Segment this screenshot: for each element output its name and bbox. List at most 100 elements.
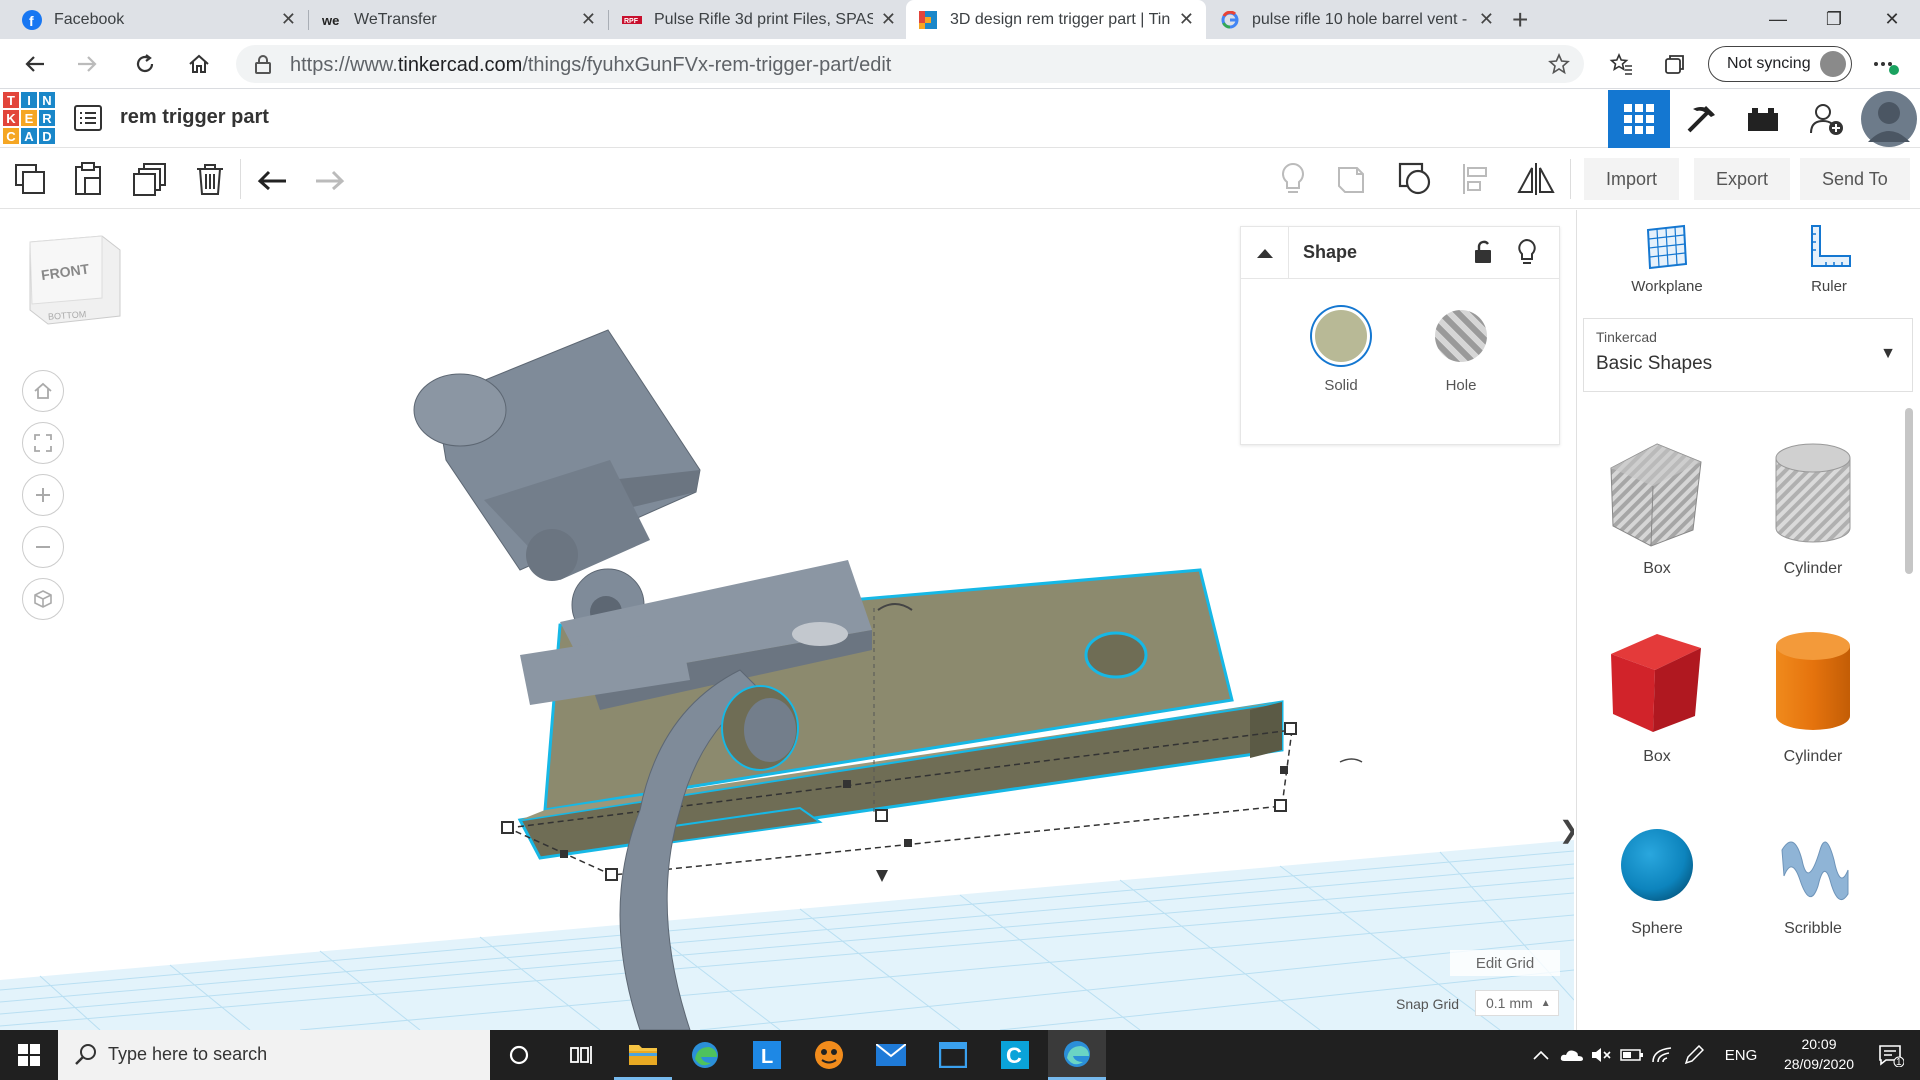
zoom-in-icon[interactable] <box>22 474 64 516</box>
align-icon[interactable] <box>1456 159 1496 199</box>
lock-icon[interactable] <box>254 54 272 74</box>
notes-bulb-icon[interactable] <box>1273 159 1313 199</box>
restore-icon[interactable]: ❐ <box>1806 0 1862 39</box>
group-icon[interactable] <box>1334 159 1374 199</box>
system-clock[interactable]: 20:09 28/09/2020 <box>1776 1034 1862 1074</box>
shape-scribble[interactable]: Scribble <box>1743 820 1883 938</box>
redo-icon[interactable] <box>310 159 350 199</box>
unlock-icon[interactable] <box>1473 240 1493 264</box>
design-list-icon[interactable] <box>74 104 102 132</box>
new-tab-button[interactable]: + <box>1512 4 1528 36</box>
url-text[interactable]: https://www.tinkercad.com/things/fyuhxGu… <box>290 54 891 77</box>
perspective-icon[interactable] <box>22 578 64 620</box>
shape-box[interactable]: Box <box>1587 628 1727 766</box>
game-app-icon[interactable] <box>800 1030 858 1080</box>
solid-option[interactable]: Solid <box>1281 307 1401 394</box>
hole-swatch[interactable] <box>1435 310 1487 362</box>
home-icon[interactable] <box>182 47 216 81</box>
file-explorer-icon[interactable] <box>614 1030 672 1080</box>
paste-icon[interactable] <box>68 159 108 199</box>
minimize-icon[interactable]: — <box>1750 0 1806 39</box>
volume-muted-icon[interactable] <box>1588 1030 1616 1080</box>
tab-google[interactable]: pulse rifle 10 hole barrel vent - G ✕ <box>1208 0 1506 39</box>
shape-cylinder-hole[interactable]: Cylinder <box>1743 440 1883 578</box>
snap-grid-select[interactable]: 0.1 mm ▲ <box>1475 990 1559 1016</box>
collapse-inspector-icon[interactable] <box>1241 227 1289 279</box>
chevron-up-icon[interactable] <box>1530 1030 1552 1080</box>
calendar-app-icon[interactable] <box>924 1030 982 1080</box>
close-window-icon[interactable]: ✕ <box>1864 0 1920 39</box>
shape-library-select[interactable]: Tinkercad Basic Shapes ▼ <box>1583 318 1913 392</box>
shape-box-hole[interactable]: Box <box>1587 440 1727 578</box>
logo-letter: D <box>38 127 56 145</box>
zoom-out-icon[interactable] <box>22 526 64 568</box>
favorites-icon[interactable] <box>1604 47 1638 81</box>
undo-icon[interactable] <box>252 159 292 199</box>
3d-design-view-button[interactable] <box>1608 90 1670 148</box>
3d-workspace[interactable]: FRONT BOTTOM Shape Solid Hole Edit Grid … <box>0 210 1574 1030</box>
workplane-tool[interactable]: Workplane <box>1607 224 1727 295</box>
close-tab-icon[interactable]: ✕ <box>281 9 296 30</box>
tab-rpf[interactable]: RPF Pulse Rifle 3d print Files, SPAS ca … <box>610 0 908 39</box>
pen-icon[interactable] <box>1680 1030 1708 1080</box>
cortana-icon[interactable] <box>490 1030 548 1080</box>
solid-color-swatch[interactable] <box>1312 307 1370 365</box>
design-name[interactable]: rem trigger part <box>120 106 269 129</box>
pickaxe-icon[interactable] <box>1670 90 1732 148</box>
view-cube[interactable]: FRONT BOTTOM <box>24 232 124 332</box>
mail-icon[interactable] <box>862 1030 920 1080</box>
search-icon <box>74 1043 98 1067</box>
copy-icon[interactable] <box>10 159 50 199</box>
forward-icon[interactable] <box>70 47 104 81</box>
wifi-icon[interactable] <box>1648 1030 1676 1080</box>
windows-start-icon[interactable] <box>0 1030 58 1080</box>
sync-button[interactable]: Not syncing <box>1708 46 1852 82</box>
close-tab-icon[interactable]: ✕ <box>1179 9 1194 30</box>
taskbar-search[interactable]: Type here to search <box>58 1030 490 1080</box>
tinkercad-logo[interactable]: T I N K E R C A D <box>2 91 56 145</box>
battery-icon[interactable] <box>1618 1030 1646 1080</box>
ruler-tool[interactable]: Ruler <box>1769 224 1889 295</box>
close-tab-icon[interactable]: ✕ <box>581 9 596 30</box>
language-indicator[interactable]: ENG <box>1718 1030 1764 1080</box>
onedrive-icon[interactable] <box>1558 1030 1586 1080</box>
ungroup-icon[interactable] <box>1395 159 1435 199</box>
edit-grid-button[interactable]: Edit Grid <box>1450 950 1560 976</box>
home-view-icon[interactable] <box>22 370 64 412</box>
caret-up-icon: ▲ <box>1540 997 1551 1009</box>
back-icon[interactable] <box>18 47 52 81</box>
add-user-icon[interactable] <box>1796 90 1858 148</box>
hole-option[interactable]: Hole <box>1401 307 1521 394</box>
notifications-icon[interactable]: 1 <box>1866 1030 1916 1080</box>
mirror-icon[interactable] <box>1516 159 1556 199</box>
favorite-star-icon[interactable] <box>1548 53 1570 75</box>
panel-scrollbar[interactable] <box>1905 408 1913 574</box>
reload-icon[interactable] <box>128 47 162 81</box>
address-bar[interactable]: https://www.tinkercad.com/things/fyuhxGu… <box>236 45 1584 83</box>
collections-icon[interactable] <box>1658 47 1692 81</box>
c-app-icon[interactable]: C <box>986 1030 1044 1080</box>
export-button[interactable]: Export <box>1694 158 1791 200</box>
more-menu-icon[interactable] <box>1868 47 1902 81</box>
task-view-icon[interactable] <box>552 1030 610 1080</box>
edge-dev-icon[interactable] <box>1048 1030 1106 1080</box>
user-avatar[interactable] <box>1858 90 1920 148</box>
delete-icon[interactable] <box>190 159 230 199</box>
chevron-right-icon[interactable]: ❯ <box>1559 800 1574 860</box>
fit-view-icon[interactable] <box>22 422 64 464</box>
edge-icon[interactable] <box>676 1030 734 1080</box>
duplicate-icon[interactable] <box>130 159 170 199</box>
import-button[interactable]: Import <box>1584 158 1680 200</box>
bricks-icon[interactable] <box>1732 90 1794 148</box>
learning-app-icon[interactable]: L <box>738 1030 796 1080</box>
close-tab-icon[interactable]: ✕ <box>1479 9 1494 30</box>
send-to-button[interactable]: Send To <box>1800 158 1910 200</box>
hide-bulb-icon[interactable] <box>1517 239 1537 267</box>
tab-wetransfer[interactable]: we WeTransfer ✕ <box>310 0 608 39</box>
shape-sphere[interactable]: Sphere <box>1587 820 1727 938</box>
close-tab-icon[interactable]: ✕ <box>881 9 896 30</box>
shape-cylinder[interactable]: Cylinder <box>1743 628 1883 766</box>
svg-text:RPF: RPF <box>624 18 639 25</box>
tab-facebook[interactable]: f Facebook ✕ <box>10 0 308 39</box>
tab-tinkercad[interactable]: 3D design rem trigger part | Tink ✕ <box>906 0 1206 39</box>
